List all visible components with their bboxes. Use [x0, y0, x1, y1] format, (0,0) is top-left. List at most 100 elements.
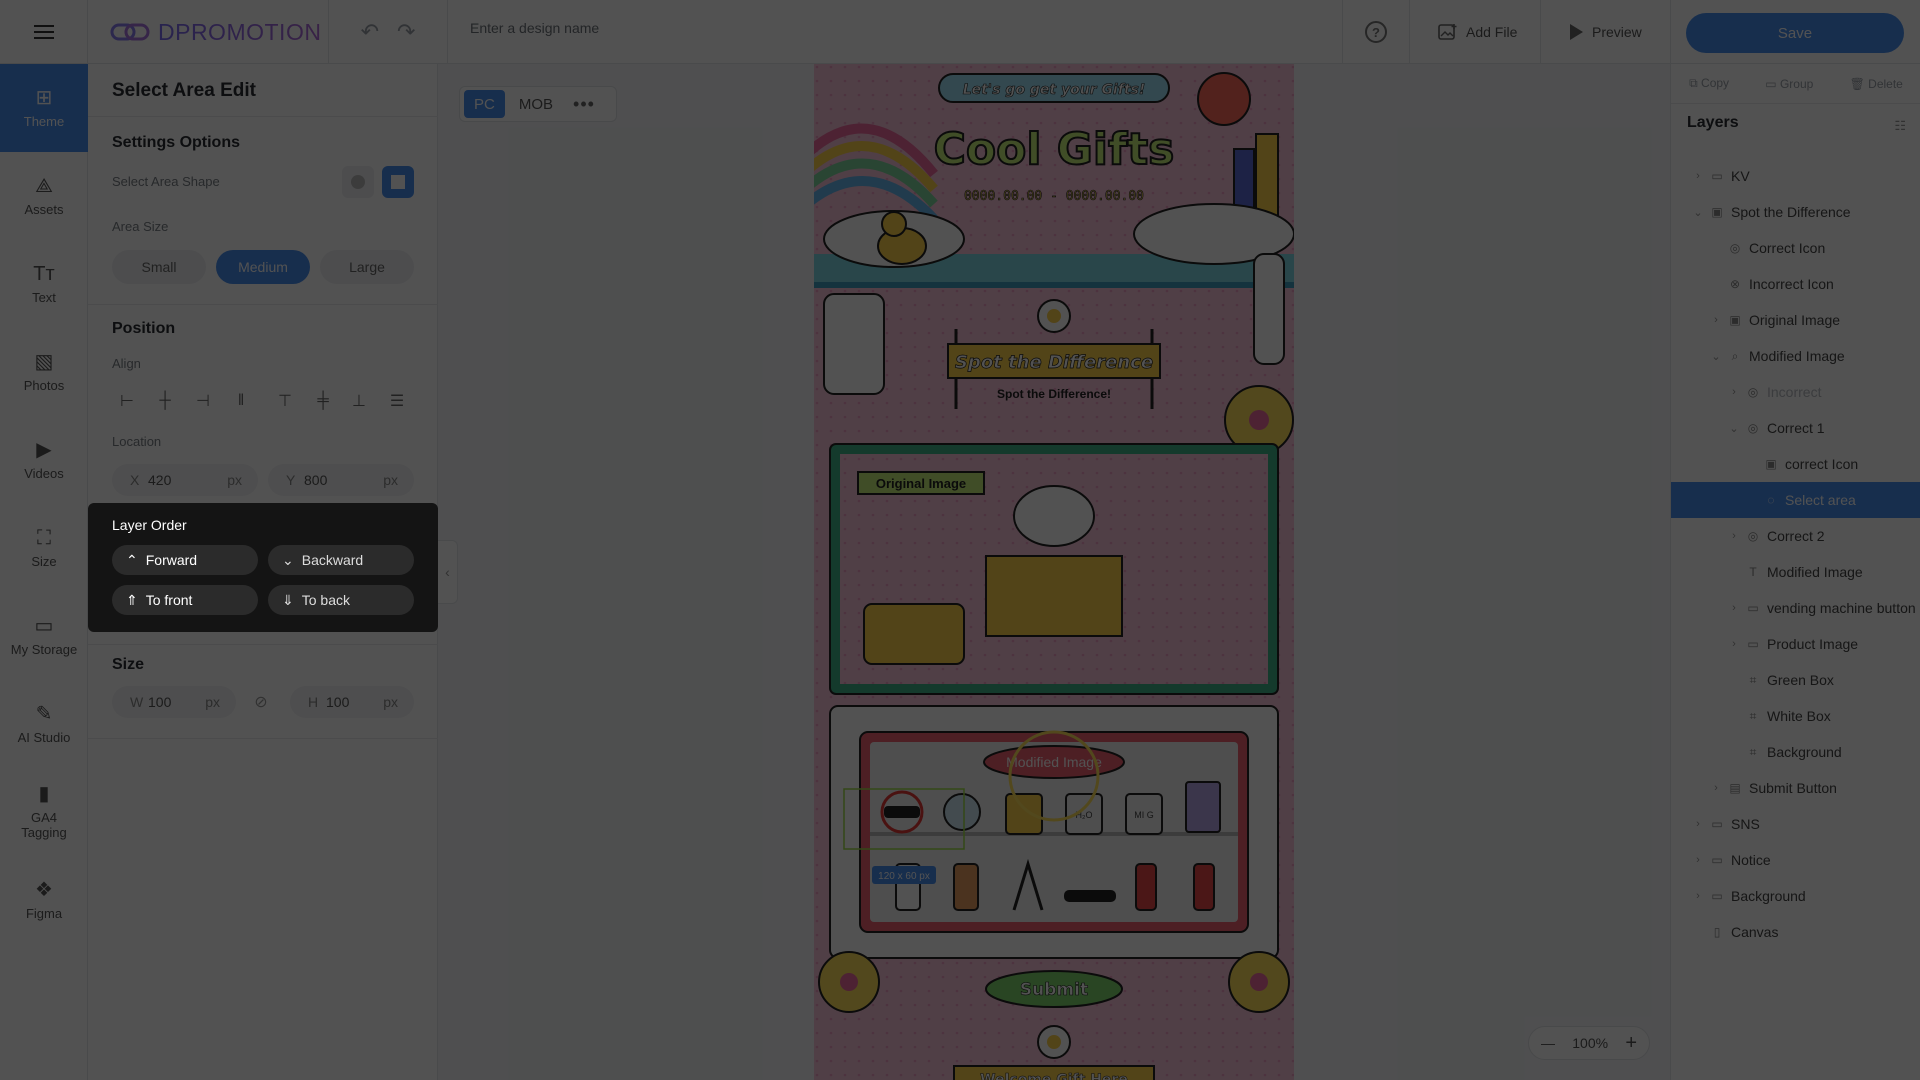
- layer-row[interactable]: ⌄ ▣ Spot the Difference: [1671, 194, 1920, 230]
- layer-row[interactable]: › ▤ Submit Button: [1671, 770, 1920, 806]
- chevron-down-icon[interactable]: ⌄: [1691, 206, 1705, 219]
- size-small-button[interactable]: Small: [112, 250, 206, 284]
- layer-row[interactable]: ⌗ Green Box: [1671, 662, 1920, 698]
- rail-item-ga4-tagging[interactable]: ▮ GA4 Tagging: [0, 768, 88, 856]
- layer-row[interactable]: ▣ correct Icon: [1671, 446, 1920, 482]
- zoom-out-icon[interactable]: —: [1541, 1035, 1555, 1051]
- divider: [88, 738, 438, 739]
- x-field[interactable]: X 420 px: [112, 464, 258, 496]
- chevron-right-icon[interactable]: ›: [1691, 890, 1705, 902]
- design-name-input[interactable]: Enter a design name: [470, 20, 599, 36]
- logo[interactable]: DPROMOTION: [110, 0, 321, 64]
- backward-button[interactable]: ⌄ Backward: [268, 545, 414, 575]
- square-shape-button[interactable]: [382, 166, 414, 198]
- tab-mob[interactable]: MOB: [509, 90, 563, 118]
- unit-label: px: [383, 694, 398, 710]
- delete-label: Delete: [1868, 76, 1903, 91]
- layer-row[interactable]: T Modified Image: [1671, 554, 1920, 590]
- design-canvas[interactable]: Cool Gifts 0000.00.00 - 0000.00.00 Let's…: [814, 64, 1294, 1080]
- layer-row[interactable]: ⌄ ⌕ Modified Image: [1671, 338, 1920, 374]
- rail-label: My Storage: [10, 641, 78, 657]
- width-field[interactable]: W 100 px: [112, 686, 236, 718]
- rail-item-photos[interactable]: ▧ Photos: [0, 328, 88, 416]
- layer-row[interactable]: ⌗ Background: [1671, 734, 1920, 770]
- panel-title: Select Area Edit: [112, 80, 256, 101]
- layer-row[interactable]: ⌄ ◎ Correct 1: [1671, 410, 1920, 446]
- y-field[interactable]: Y 800 px: [268, 464, 414, 496]
- play-icon: [1570, 24, 1583, 40]
- rail-item-ai-studio[interactable]: ✎ AI Studio: [0, 680, 88, 768]
- y-value: 800: [304, 472, 328, 488]
- save-button[interactable]: Save: [1686, 13, 1904, 53]
- layer-row[interactable]: › ▭ Product Image: [1671, 626, 1920, 662]
- align-middle-icon[interactable]: ╪: [312, 390, 334, 412]
- size-title: Size: [112, 656, 145, 673]
- layer-label: Notice: [1731, 852, 1771, 868]
- help-button[interactable]: ?: [1342, 0, 1410, 64]
- more-icon[interactable]: •••: [573, 94, 595, 115]
- undo-icon[interactable]: ↶: [361, 19, 379, 45]
- layer-row[interactable]: › ◎ Incorrect: [1671, 374, 1920, 410]
- layer-row[interactable]: › ▭ vending machine button: [1671, 590, 1920, 626]
- rail-item-figma[interactable]: ❖ Figma: [0, 856, 88, 944]
- preview-button[interactable]: Preview: [1568, 0, 1642, 64]
- chevron-right-icon[interactable]: ›: [1691, 170, 1705, 182]
- layer-label: correct Icon: [1785, 456, 1859, 472]
- height-field[interactable]: H 100 px: [290, 686, 414, 718]
- collapse-all-icon[interactable]: ☷: [1894, 118, 1906, 134]
- chevron-right-icon[interactable]: ›: [1727, 602, 1741, 614]
- align-top-icon[interactable]: ⊤: [274, 390, 296, 412]
- align-center-icon[interactable]: ┼: [154, 390, 176, 412]
- layer-row[interactable]: › ▭ Notice: [1671, 842, 1920, 878]
- align-bottom-icon[interactable]: ⊥: [348, 390, 370, 412]
- tab-pc[interactable]: PC: [464, 90, 505, 118]
- layer-row[interactable]: ⌗ White Box: [1671, 698, 1920, 734]
- rail-item-theme[interactable]: ⊞ Theme: [0, 64, 88, 152]
- chevron-right-icon[interactable]: ›: [1727, 386, 1741, 398]
- delete-button[interactable]: 🗑 Delete: [1850, 77, 1903, 91]
- chevron-right-icon[interactable]: ›: [1709, 314, 1723, 326]
- copy-button[interactable]: ⧉ Copy: [1689, 76, 1729, 91]
- rail-item-my-storage[interactable]: ▭ My Storage: [0, 592, 88, 680]
- chevron-right-icon[interactable]: ›: [1727, 638, 1741, 650]
- layer-label: Canvas: [1731, 924, 1779, 940]
- rail-item-size[interactable]: ⛶ Size: [0, 504, 88, 592]
- to-back-button[interactable]: ⇓ To back: [268, 585, 414, 615]
- menu-button[interactable]: [0, 0, 88, 64]
- forward-button[interactable]: ⌃ Forward: [112, 545, 258, 575]
- size-large-button[interactable]: Large: [320, 250, 414, 284]
- group-button[interactable]: ▭ Group: [1765, 77, 1813, 91]
- circle-shape-button[interactable]: [342, 166, 374, 198]
- link-off-icon[interactable]: ⊘: [250, 691, 272, 713]
- rail-item-text[interactable]: Tт Text: [0, 240, 88, 328]
- layer-row[interactable]: › ▭ Background: [1671, 878, 1920, 914]
- layer-row[interactable]: › ▣ Original Image: [1671, 302, 1920, 338]
- distribute-horizontal-icon[interactable]: ‖: [230, 390, 252, 412]
- size-medium-button[interactable]: Medium: [216, 250, 310, 284]
- spot-sub-text: Spot the Difference!: [997, 387, 1111, 401]
- chevron-right-icon[interactable]: ›: [1691, 818, 1705, 830]
- add-file-button[interactable]: Add File: [1438, 0, 1517, 64]
- redo-icon[interactable]: ↷: [397, 19, 415, 45]
- history-controls: ↶ ↷: [328, 0, 448, 64]
- layer-row[interactable]: ▯ Canvas: [1671, 914, 1920, 950]
- rail-item-videos[interactable]: ▶ Videos: [0, 416, 88, 504]
- layer-row[interactable]: › ▭ KV: [1671, 158, 1920, 194]
- rail-item-assets[interactable]: ⟁ Assets: [0, 152, 88, 240]
- distribute-vertical-icon[interactable]: ☰: [386, 390, 408, 412]
- layer-row[interactable]: ⊗ Incorrect Icon: [1671, 266, 1920, 302]
- align-left-icon[interactable]: ⊢: [116, 390, 138, 412]
- chevron-right-icon[interactable]: ›: [1709, 782, 1723, 794]
- layer-row[interactable]: ◌ Select area: [1671, 482, 1920, 518]
- chevron-down-icon[interactable]: ⌄: [1727, 422, 1741, 435]
- align-right-icon[interactable]: ⊣: [192, 390, 214, 412]
- chevron-right-icon[interactable]: ›: [1691, 854, 1705, 866]
- layer-row[interactable]: ◎ Correct Icon: [1671, 230, 1920, 266]
- layer-row[interactable]: › ◎ Correct 2: [1671, 518, 1920, 554]
- chevron-down-icon[interactable]: ⌄: [1709, 350, 1723, 363]
- to-front-button[interactable]: ⇑ To front: [112, 585, 258, 615]
- layer-row[interactable]: › ▭ SNS: [1671, 806, 1920, 842]
- collapse-panel-tab[interactable]: ‹: [438, 540, 458, 604]
- zoom-in-icon[interactable]: +: [1625, 1032, 1637, 1055]
- chevron-right-icon[interactable]: ›: [1727, 530, 1741, 542]
